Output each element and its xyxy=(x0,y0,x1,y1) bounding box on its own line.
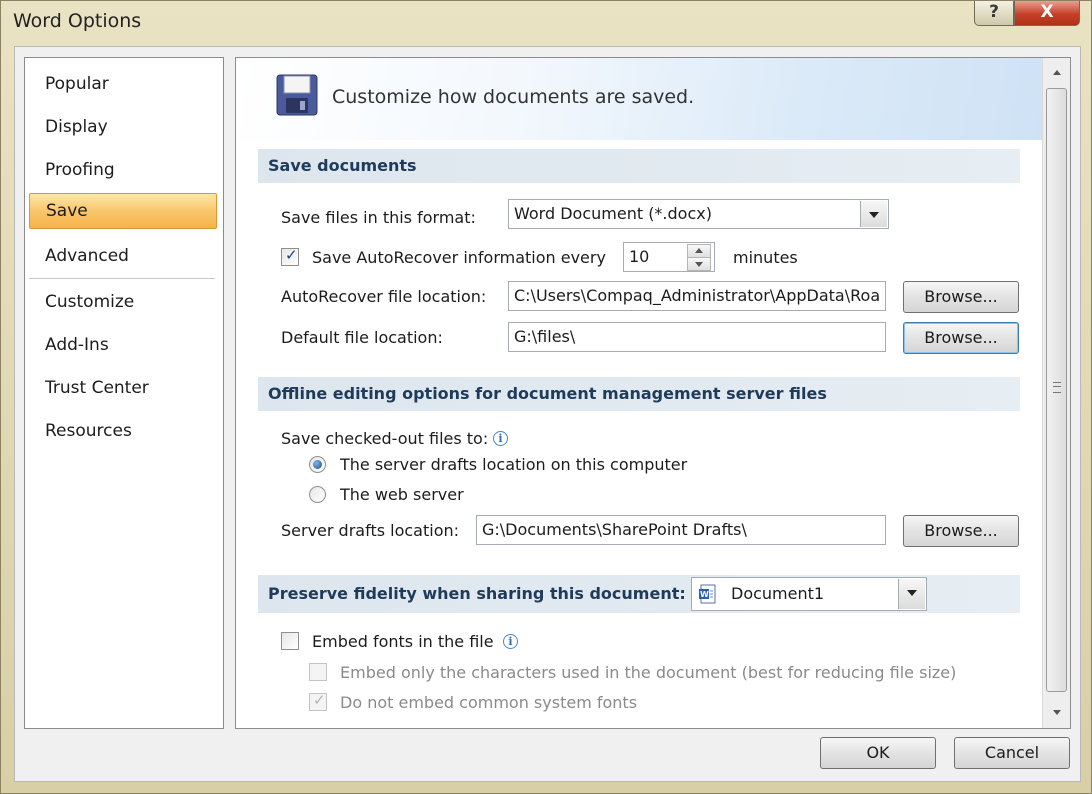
no-common-fonts-checkbox[interactable]: ✓ xyxy=(309,691,327,711)
chevron-down-icon[interactable] xyxy=(898,579,925,609)
section-offline-editing: Offline editing options for document man… xyxy=(258,377,1020,411)
cancel-button[interactable]: Cancel xyxy=(954,737,1070,769)
sidebar-item-resources[interactable]: Resources xyxy=(29,413,217,449)
spin-down-icon[interactable] xyxy=(687,257,711,271)
no-common-fonts-label: Do not embed common system fonts xyxy=(340,693,638,712)
word-document-icon: W xyxy=(699,584,716,604)
floppy-disk-icon xyxy=(276,74,318,116)
default-location-input[interactable]: G:\files\ xyxy=(508,322,886,352)
scroll-down-icon[interactable] xyxy=(1043,702,1070,724)
sidebar-item-customize[interactable]: Customize xyxy=(29,284,217,320)
close-button[interactable]: X xyxy=(1014,1,1080,26)
autorecover-minutes-input[interactable]: 10 xyxy=(623,242,715,272)
info-icon: i xyxy=(503,634,518,649)
vertical-scrollbar[interactable] xyxy=(1042,58,1070,728)
autorecover-location-input[interactable]: C:\Users\Compaq_Administrator\AppData\Ro… xyxy=(508,281,886,311)
help-button[interactable]: ? xyxy=(974,1,1014,26)
format-label: Save files in this format: xyxy=(281,208,476,227)
format-select-value: Word Document (*.docx) xyxy=(514,204,712,223)
checkmark-icon: ✓ xyxy=(285,246,298,264)
embed-characters-checkbox[interactable] xyxy=(309,663,327,681)
radio-web-server[interactable] xyxy=(309,486,326,503)
minutes-label: minutes xyxy=(733,248,798,267)
sidebar-item-proofing[interactable]: Proofing xyxy=(29,152,217,188)
info-icon: i xyxy=(493,431,508,446)
save-to-label: Save checked-out files to: xyxy=(281,429,489,448)
section-save-documents: Save documents xyxy=(258,149,1020,183)
server-drafts-location-label: Server drafts location: xyxy=(281,521,460,540)
server-drafts-browse-button[interactable]: Browse... xyxy=(903,515,1019,547)
word-options-dialog: Word Options ? X Popular Display Proofin… xyxy=(0,0,1092,794)
scrollbar-thumb[interactable] xyxy=(1046,88,1067,692)
autorecover-location-label: AutoRecover file location: xyxy=(281,287,487,306)
format-select[interactable]: Word Document (*.docx) xyxy=(508,199,889,229)
save-options-panel: Customize how documents are saved. Save … xyxy=(235,57,1071,729)
autorecover-checkbox[interactable]: ✓ xyxy=(281,246,299,266)
embed-fonts-checkbox[interactable] xyxy=(281,632,299,650)
embed-fonts-label: Embed fonts in the file xyxy=(312,632,494,651)
radio-server-drafts[interactable] xyxy=(309,456,326,473)
sidebar-item-add-ins[interactable]: Add-Ins xyxy=(29,327,217,363)
document-select[interactable]: W Document1 xyxy=(691,577,927,611)
sidebar-item-popular[interactable]: Popular xyxy=(29,66,217,102)
checkmark-icon: ✓ xyxy=(313,691,326,709)
default-location-label: Default file location: xyxy=(281,328,443,347)
dialog-client-area: Popular Display Proofing Save Advanced C… xyxy=(14,46,1081,782)
chevron-down-icon[interactable] xyxy=(860,201,887,227)
document-select-value: Document1 xyxy=(731,584,825,603)
scroll-up-icon[interactable] xyxy=(1043,62,1070,84)
server-drafts-location-input[interactable]: G:\Documents\SharePoint Drafts\ xyxy=(476,515,886,545)
title-bar: Word Options ? X xyxy=(1,1,1091,45)
radio-selected-dot xyxy=(313,460,322,469)
embed-characters-label: Embed only the characters used in the do… xyxy=(340,663,957,682)
grip-icon xyxy=(1053,382,1061,393)
web-server-option-label[interactable]: The web server xyxy=(340,485,464,504)
sidebar-item-advanced[interactable]: Advanced xyxy=(29,238,217,274)
sidebar-item-trust-center[interactable]: Trust Center xyxy=(29,370,217,406)
options-sidebar: Popular Display Proofing Save Advanced C… xyxy=(24,57,224,729)
autorecover-browse-button[interactable]: Browse... xyxy=(903,281,1019,313)
default-location-browse-button[interactable]: Browse... xyxy=(903,322,1019,354)
svg-text:W: W xyxy=(700,590,709,599)
ok-button[interactable]: OK xyxy=(820,737,936,769)
sidebar-divider xyxy=(29,278,215,279)
spin-up-icon[interactable] xyxy=(687,244,711,258)
page-header: Customize how documents are saved. xyxy=(236,58,1042,140)
minutes-spinner[interactable] xyxy=(687,243,713,271)
sidebar-item-save[interactable]: Save xyxy=(29,193,217,229)
sidebar-item-display[interactable]: Display xyxy=(29,109,217,145)
server-drafts-option-label[interactable]: The server drafts location on this compu… xyxy=(340,455,687,474)
autorecover-label: Save AutoRecover information every xyxy=(312,248,606,267)
page-title: Customize how documents are saved. xyxy=(332,86,695,108)
fidelity-heading: Preserve fidelity when sharing this docu… xyxy=(268,584,686,603)
window-title: Word Options xyxy=(13,10,142,32)
autorecover-minutes-value: 10 xyxy=(629,247,650,266)
